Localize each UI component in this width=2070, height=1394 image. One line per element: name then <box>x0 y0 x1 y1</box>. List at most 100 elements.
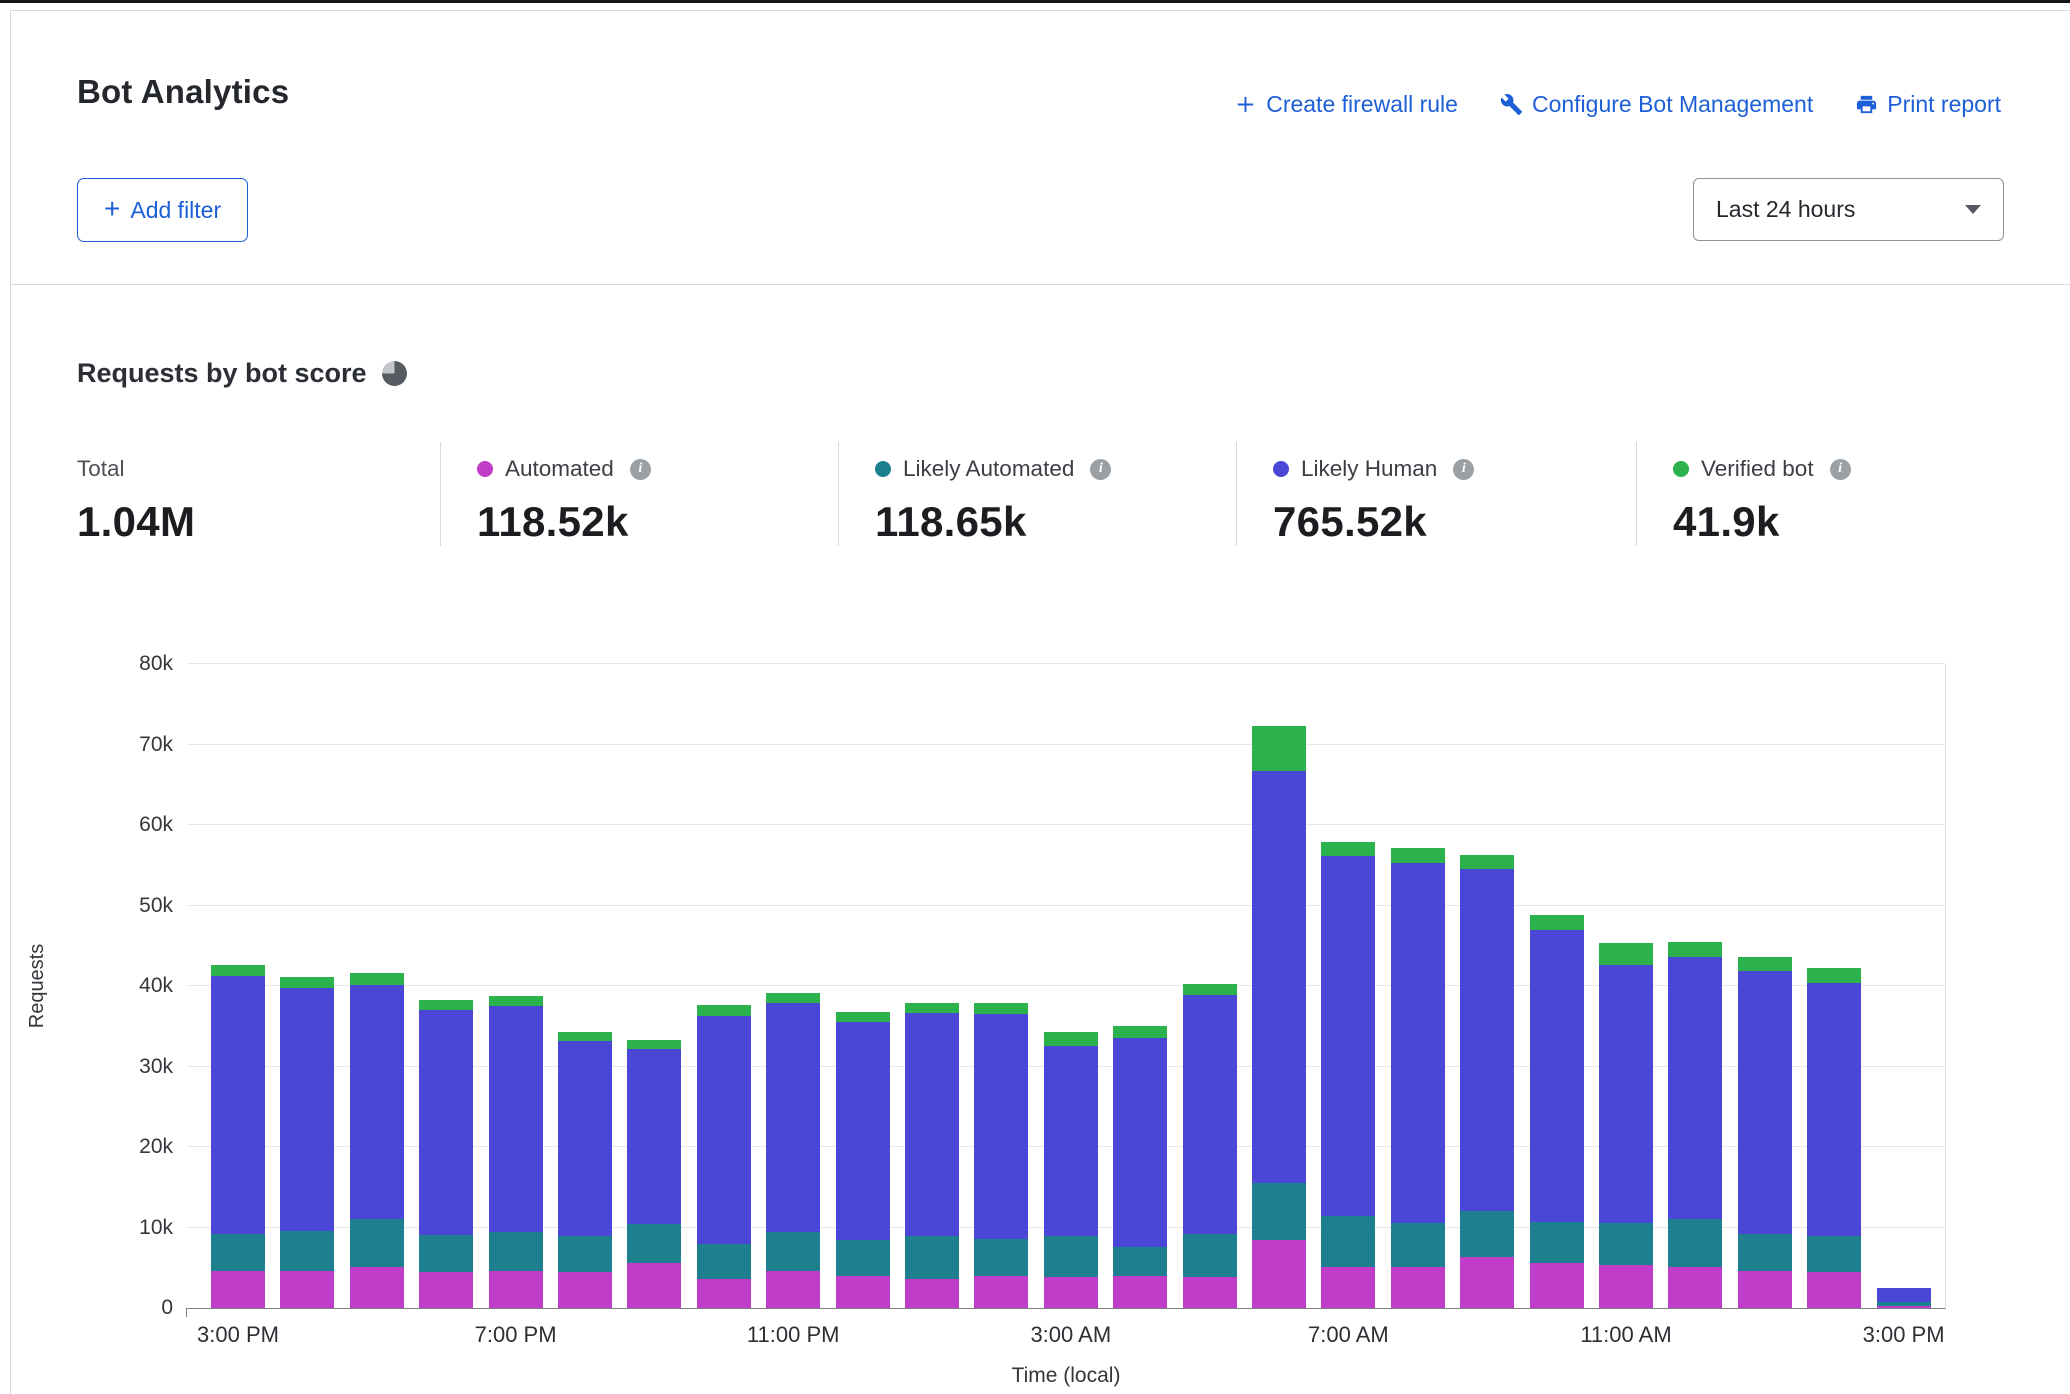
bar-segment-automated[interactable] <box>766 1271 820 1308</box>
bar-segment-likely-human[interactable] <box>905 1013 959 1236</box>
bar-segment-likely-human[interactable] <box>697 1016 751 1245</box>
bar-segment-likely-human[interactable] <box>489 1006 543 1232</box>
bar-segment-likely-human[interactable] <box>1599 965 1653 1223</box>
info-icon[interactable]: i <box>1830 459 1851 480</box>
bar-segment-automated[interactable] <box>1113 1276 1167 1308</box>
bar-segment-automated[interactable] <box>558 1272 612 1308</box>
bar-segment-likely-human[interactable] <box>1807 983 1861 1237</box>
bar-segment-automated[interactable] <box>350 1267 404 1308</box>
bar-segment-likely-automated[interactable] <box>627 1224 681 1263</box>
bar-segment-likely-human[interactable] <box>1044 1046 1098 1236</box>
time-range-select[interactable]: Last 24 hours <box>1693 178 2004 241</box>
bar-segment-automated[interactable] <box>1044 1277 1098 1308</box>
bar-segment-automated[interactable] <box>1530 1263 1584 1308</box>
bar-segment-verified-bot[interactable] <box>1321 842 1375 856</box>
bar-segment-automated[interactable] <box>419 1272 473 1308</box>
bar-segment-automated[interactable] <box>1252 1240 1306 1308</box>
add-filter-button[interactable]: + Add filter <box>77 178 248 242</box>
bar-segment-automated[interactable] <box>211 1271 265 1308</box>
bar-segment-likely-human[interactable] <box>1877 1288 1931 1302</box>
bar-segment-likely-automated[interactable] <box>697 1244 751 1279</box>
bar-segment-verified-bot[interactable] <box>1530 915 1584 929</box>
bar-segment-automated[interactable] <box>627 1263 681 1308</box>
bar-segment-verified-bot[interactable] <box>697 1005 751 1015</box>
bar-segment-automated[interactable] <box>1321 1267 1375 1308</box>
bar-segment-automated[interactable] <box>1807 1272 1861 1308</box>
bar-segment-likely-human[interactable] <box>836 1022 890 1240</box>
bar-segment-verified-bot[interactable] <box>1391 848 1445 863</box>
bar-segment-likely-automated[interactable] <box>1668 1219 1722 1267</box>
bar-segment-likely-automated[interactable] <box>1391 1223 1445 1267</box>
bar-segment-automated[interactable] <box>1738 1271 1792 1308</box>
bar-segment-likely-automated[interactable] <box>211 1234 265 1271</box>
bar-segment-likely-automated[interactable] <box>1252 1183 1306 1240</box>
bar-segment-likely-automated[interactable] <box>558 1236 612 1271</box>
bar-segment-verified-bot[interactable] <box>1460 855 1514 869</box>
bar-segment-verified-bot[interactable] <box>489 996 543 1006</box>
bar-segment-automated[interactable] <box>1599 1265 1653 1308</box>
bar-segment-verified-bot[interactable] <box>558 1032 612 1041</box>
bar-segment-verified-bot[interactable] <box>1183 984 1237 995</box>
bar-segment-automated[interactable] <box>1183 1277 1237 1308</box>
bar-segment-likely-human[interactable] <box>419 1010 473 1235</box>
bar-segment-likely-human[interactable] <box>280 988 334 1231</box>
bar-segment-likely-human[interactable] <box>1530 930 1584 1222</box>
bar-segment-likely-automated[interactable] <box>350 1219 404 1267</box>
bar-segment-likely-human[interactable] <box>974 1014 1028 1239</box>
bar-segment-likely-automated[interactable] <box>419 1235 473 1272</box>
bar-segment-verified-bot[interactable] <box>1807 968 1861 982</box>
bar-segment-verified-bot[interactable] <box>1113 1026 1167 1038</box>
bar-segment-verified-bot[interactable] <box>905 1003 959 1013</box>
bar-segment-automated[interactable] <box>905 1279 959 1308</box>
print-report-link[interactable]: Print report <box>1855 91 2001 118</box>
bar-segment-likely-automated[interactable] <box>1113 1247 1167 1276</box>
info-icon[interactable]: i <box>1090 459 1111 480</box>
bar-segment-likely-automated[interactable] <box>905 1236 959 1279</box>
bar-segment-likely-automated[interactable] <box>1807 1236 1861 1271</box>
bar-segment-likely-human[interactable] <box>1183 995 1237 1234</box>
bar-segment-likely-human[interactable] <box>627 1049 681 1224</box>
bar-segment-likely-human[interactable] <box>350 985 404 1218</box>
bar-segment-verified-bot[interactable] <box>211 965 265 976</box>
configure-bot-management-link[interactable]: Configure Bot Management <box>1500 91 1813 118</box>
bar-segment-likely-automated[interactable] <box>1877 1302 1931 1305</box>
bar-segment-verified-bot[interactable] <box>627 1040 681 1049</box>
bar-segment-likely-automated[interactable] <box>1738 1234 1792 1271</box>
bar-segment-automated[interactable] <box>1877 1306 1931 1308</box>
bar-segment-likely-automated[interactable] <box>1044 1236 1098 1277</box>
bar-segment-verified-bot[interactable] <box>836 1012 890 1022</box>
bar-segment-likely-human[interactable] <box>1668 957 1722 1219</box>
bar-segment-likely-automated[interactable] <box>974 1239 1028 1276</box>
bar-segment-verified-bot[interactable] <box>974 1003 1028 1014</box>
bar-segment-likely-human[interactable] <box>766 1003 820 1232</box>
bar-segment-likely-automated[interactable] <box>1321 1216 1375 1267</box>
bar-segment-likely-automated[interactable] <box>766 1232 820 1271</box>
bar-segment-likely-human[interactable] <box>1460 869 1514 1211</box>
bar-segment-likely-human[interactable] <box>1738 971 1792 1234</box>
bar-segment-verified-bot[interactable] <box>280 977 334 987</box>
bar-segment-verified-bot[interactable] <box>419 1000 473 1010</box>
bar-segment-automated[interactable] <box>489 1271 543 1308</box>
bar-segment-verified-bot[interactable] <box>1668 942 1722 957</box>
bar-segment-automated[interactable] <box>1391 1267 1445 1308</box>
bar-segment-likely-human[interactable] <box>211 976 265 1234</box>
bar-segment-verified-bot[interactable] <box>766 993 820 1003</box>
bar-segment-likely-human[interactable] <box>1321 856 1375 1216</box>
bar-segment-likely-automated[interactable] <box>1599 1223 1653 1266</box>
bar-segment-likely-human[interactable] <box>1252 771 1306 1183</box>
bar-segment-likely-human[interactable] <box>1113 1038 1167 1246</box>
bar-segment-automated[interactable] <box>280 1271 334 1308</box>
bar-segment-likely-automated[interactable] <box>280 1231 334 1271</box>
bar-segment-automated[interactable] <box>836 1276 890 1308</box>
bar-segment-likely-automated[interactable] <box>489 1232 543 1271</box>
bar-segment-verified-bot[interactable] <box>1252 726 1306 771</box>
bar-segment-likely-automated[interactable] <box>836 1240 890 1275</box>
bar-segment-verified-bot[interactable] <box>350 973 404 985</box>
bar-segment-likely-human[interactable] <box>1391 863 1445 1223</box>
info-icon[interactable]: i <box>1453 459 1474 480</box>
bar-segment-likely-automated[interactable] <box>1530 1222 1584 1263</box>
bar-segment-likely-automated[interactable] <box>1183 1234 1237 1277</box>
bar-segment-verified-bot[interactable] <box>1738 957 1792 971</box>
bar-segment-automated[interactable] <box>697 1279 751 1308</box>
bar-segment-verified-bot[interactable] <box>1044 1032 1098 1046</box>
